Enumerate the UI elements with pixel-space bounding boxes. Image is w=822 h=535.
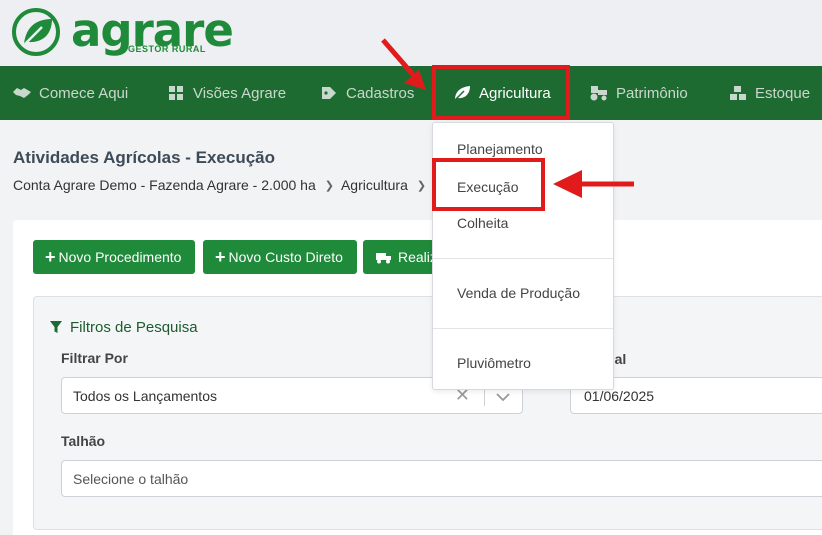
arrow-down-right-icon	[381, 38, 426, 90]
arrow-left-icon	[553, 170, 634, 198]
annotation-arrows	[381, 38, 634, 198]
